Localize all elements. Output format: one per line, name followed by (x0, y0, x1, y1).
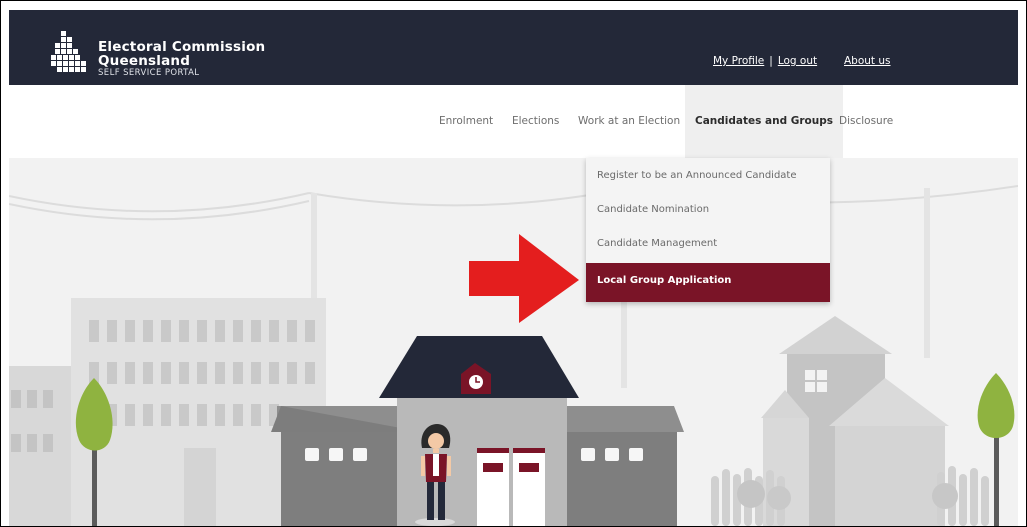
logo-title-line2: Queensland (98, 53, 191, 69)
logo-text[interactable]: Electoral Commission Queensland SELF SER… (98, 40, 265, 78)
link-separator: | (769, 55, 773, 67)
my-profile-link[interactable]: My Profile (713, 55, 764, 67)
logo-subtitle: SELF SERVICE PORTAL (98, 68, 200, 78)
hero-illustration (9, 158, 1018, 526)
nav-elections[interactable]: Elections (512, 85, 559, 158)
logo-mark-icon[interactable] (51, 31, 93, 73)
about-us-link[interactable]: About us (844, 55, 891, 67)
menu-local-group-application[interactable]: Local Group Application (586, 263, 830, 302)
account-links: My Profile | Log out (713, 55, 817, 67)
menu-register-announced-candidate[interactable]: Register to be an Announced Candidate (586, 159, 830, 193)
nav-enrolment[interactable]: Enrolment (439, 85, 493, 158)
logo-title-line1: Electoral Commission (98, 39, 266, 55)
nav-candidates-and-groups[interactable]: Candidates and Groups (685, 85, 844, 158)
clock-icon (469, 375, 483, 389)
nav-disclosure[interactable]: Disclosure (839, 85, 893, 158)
browser-frame: Electoral Commission Queensland SELF SER… (0, 0, 1027, 527)
site-header: Electoral Commission Queensland SELF SER… (9, 10, 1018, 85)
candidates-and-groups-dropdown: Register to be an Announced Candidate Ca… (586, 158, 830, 302)
logout-link[interactable]: Log out (778, 55, 817, 67)
menu-candidate-management[interactable]: Candidate Management (586, 227, 830, 261)
menu-candidate-nomination[interactable]: Candidate Nomination (586, 193, 830, 227)
nav-work-at-an-election[interactable]: Work at an Election (578, 85, 680, 158)
main-nav: Enrolment Elections Work at an Election … (9, 85, 1018, 158)
